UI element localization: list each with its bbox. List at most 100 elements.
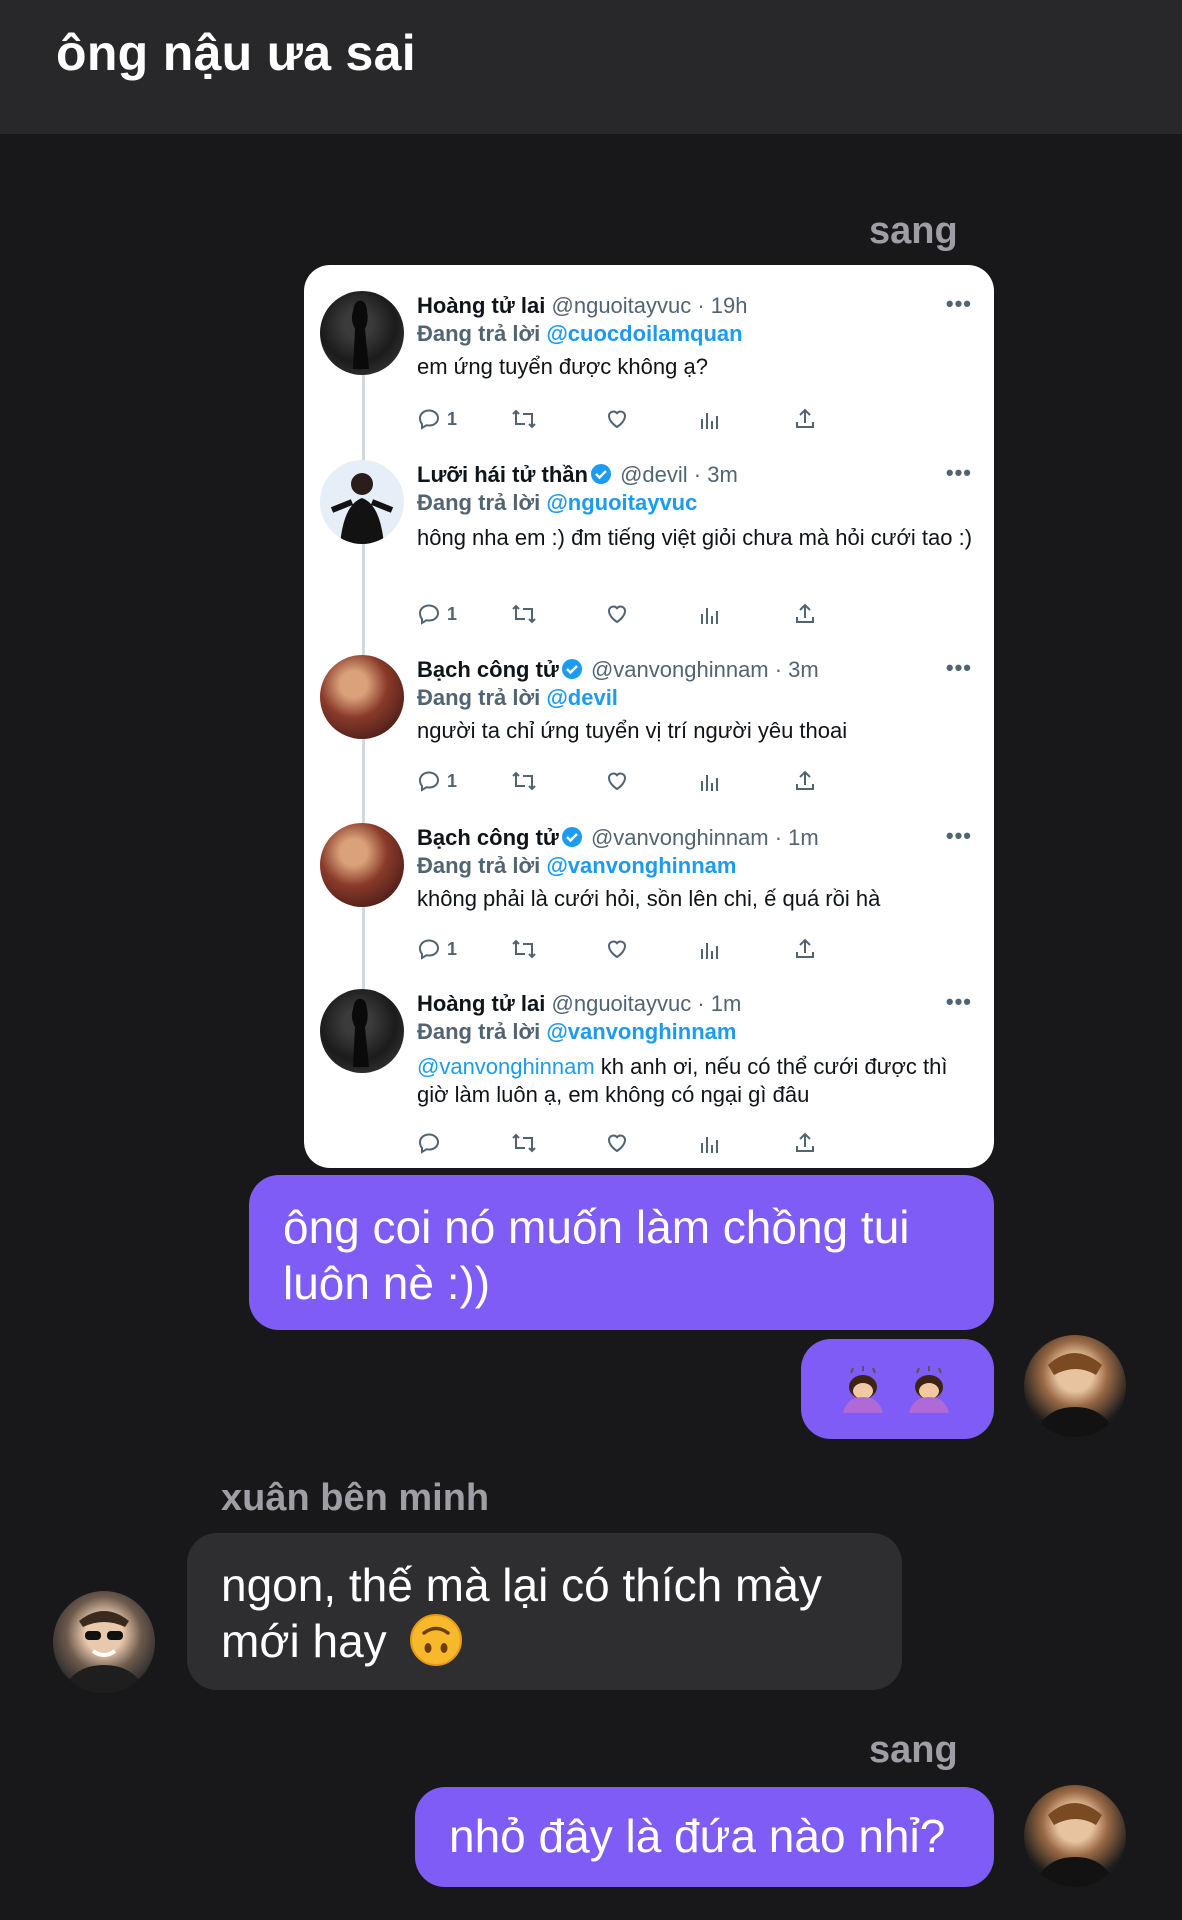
display-name[interactable]: Bạch công tử bbox=[417, 825, 559, 850]
bar-chart-icon bbox=[701, 608, 718, 624]
verified-badge-icon bbox=[590, 464, 611, 484]
retweet-button[interactable] bbox=[511, 935, 537, 963]
tweet-text: em ứng tuyển được không ạ? bbox=[417, 354, 708, 379]
reply-icon bbox=[418, 939, 440, 960]
views-button[interactable] bbox=[699, 1129, 721, 1157]
retweet-button[interactable] bbox=[511, 405, 537, 433]
more-icon[interactable]: ••• bbox=[946, 823, 972, 849]
reply-to-handle[interactable]: @cuocdoilamquan bbox=[546, 321, 742, 346]
display-name[interactable]: Hoàng tử lai bbox=[417, 293, 545, 318]
handle-time: @nguoitayvuc · 1m bbox=[551, 991, 742, 1016]
retweet-button[interactable] bbox=[511, 1129, 537, 1157]
reply-prefix: Đang trả lời bbox=[417, 853, 547, 878]
tweet-header: Hoàng tử lai @nguoitayvuc · 1m bbox=[417, 991, 741, 1017]
message-text: nhỏ đây là đứa nào nhỉ? bbox=[449, 1810, 946, 1862]
message-bubble-outgoing[interactable]: ông coi nó muốn làm chồng tui luôn nè :)… bbox=[249, 1175, 994, 1330]
tweet-actions: 1 bbox=[417, 935, 917, 963]
like-button[interactable] bbox=[605, 767, 629, 795]
replying-to: Đang trả lời @devil bbox=[417, 685, 618, 711]
avatar bbox=[320, 655, 404, 739]
tweet-actions bbox=[417, 1129, 917, 1157]
verified-badge-icon bbox=[561, 659, 582, 679]
more-icon[interactable]: ••• bbox=[946, 460, 972, 486]
avatar bbox=[320, 460, 404, 544]
sender-name: sang bbox=[869, 210, 958, 252]
share-button[interactable] bbox=[793, 767, 817, 795]
reply-prefix: Đang trả lời bbox=[417, 685, 547, 710]
more-icon[interactable]: ••• bbox=[946, 655, 972, 681]
handle-time: @devil · 3m bbox=[620, 462, 738, 487]
sender-name: sang bbox=[869, 1729, 958, 1771]
heart-icon bbox=[607, 772, 627, 791]
tweet-text: hông nha em :) đm tiếng việt giỏi chưa m… bbox=[417, 525, 973, 550]
like-button[interactable] bbox=[605, 1129, 629, 1157]
tweet-actions: 1 bbox=[417, 767, 917, 795]
chat-header: ông nậu ưa sai bbox=[0, 0, 1182, 134]
reply-count: 1 bbox=[447, 770, 458, 791]
thread-line bbox=[362, 543, 365, 660]
share-button[interactable] bbox=[793, 600, 817, 628]
retweet-button[interactable] bbox=[511, 600, 537, 628]
views-button[interactable] bbox=[699, 767, 721, 795]
reply-icon bbox=[418, 604, 440, 625]
avatar bbox=[320, 989, 404, 1073]
reply-prefix: Đang trả lời bbox=[417, 321, 547, 346]
reply-to-handle[interactable]: @vanvonghinnam bbox=[546, 1019, 736, 1044]
contact-avatar[interactable] bbox=[53, 1591, 155, 1693]
reply-button[interactable]: 1 bbox=[417, 767, 457, 795]
reply-button[interactable] bbox=[417, 1129, 441, 1157]
reply-count: 1 bbox=[447, 408, 458, 429]
tweet-header: Hoàng tử lai @nguoitayvuc · 19h bbox=[417, 293, 748, 319]
reply-icon bbox=[418, 1133, 440, 1154]
reply-button[interactable]: 1 bbox=[417, 600, 457, 628]
upside-down-face-emoji-icon bbox=[410, 1614, 463, 1666]
handle-time: @vanvonghinnam · 1m bbox=[590, 825, 819, 850]
display-name[interactable]: Hoàng tử lai bbox=[417, 991, 545, 1016]
retweet-button[interactable] bbox=[511, 767, 537, 795]
retweet-icon bbox=[512, 604, 536, 624]
user-avatar[interactable] bbox=[1024, 1335, 1126, 1437]
reply-button[interactable]: 1 bbox=[417, 405, 457, 433]
woman-bowing-emoji-icon bbox=[843, 1366, 883, 1413]
handle-time: @vanvonghinnam · 3m bbox=[590, 657, 819, 682]
tweet-text: không phải là cưới hỏi, sồn lên chi, ế q… bbox=[417, 886, 881, 911]
heart-icon bbox=[607, 410, 627, 429]
reply-button[interactable]: 1 bbox=[417, 935, 457, 963]
more-icon[interactable]: ••• bbox=[946, 291, 972, 317]
tweet-screenshot-image[interactable]: Hoàng tử lai @nguoitayvuc · 19h ••• Đang… bbox=[304, 265, 994, 1168]
share-icon bbox=[796, 603, 814, 623]
share-button[interactable] bbox=[793, 935, 817, 963]
bar-chart-icon bbox=[701, 1137, 718, 1153]
views-button[interactable] bbox=[699, 600, 721, 628]
chat-title[interactable]: ông nậu ưa sai bbox=[56, 24, 416, 82]
heart-icon bbox=[607, 940, 627, 959]
share-button[interactable] bbox=[793, 1129, 817, 1157]
tweet-actions: 1 bbox=[417, 600, 917, 628]
mention-link[interactable]: @vanvonghinnam bbox=[417, 1054, 595, 1079]
like-button[interactable] bbox=[605, 405, 629, 433]
tweet-header: Bạch công tử @vanvonghinnam · 1m bbox=[417, 825, 819, 851]
tweet-header: Lưỡi hái tử thần @devil · 3m bbox=[417, 462, 738, 488]
share-button[interactable] bbox=[793, 405, 817, 433]
user-avatar[interactable] bbox=[1024, 1785, 1126, 1887]
tweet-actions: 1 bbox=[417, 405, 917, 433]
avatar bbox=[320, 823, 404, 907]
replying-to: Đang trả lời @nguoitayvuc bbox=[417, 490, 697, 516]
avatar bbox=[320, 291, 404, 375]
reply-to-handle[interactable]: @nguoitayvuc bbox=[546, 490, 697, 515]
bar-chart-icon bbox=[701, 943, 718, 959]
share-icon bbox=[796, 938, 814, 958]
views-button[interactable] bbox=[699, 935, 721, 963]
display-name[interactable]: Lưỡi hái tử thần bbox=[417, 462, 588, 487]
message-bubble-incoming[interactable]: ngon, thế mà lại có thích mày mới hay bbox=[187, 1533, 902, 1690]
views-button[interactable] bbox=[699, 405, 721, 433]
like-button[interactable] bbox=[605, 600, 629, 628]
more-icon[interactable]: ••• bbox=[946, 989, 972, 1015]
like-button[interactable] bbox=[605, 935, 629, 963]
reply-to-handle[interactable]: @devil bbox=[546, 685, 618, 710]
replying-to: Đang trả lời @vanvonghinnam bbox=[417, 853, 736, 879]
display-name[interactable]: Bạch công tử bbox=[417, 657, 559, 682]
message-bubble-outgoing[interactable]: nhỏ đây là đứa nào nhỉ? bbox=[415, 1787, 994, 1887]
message-bubble-outgoing[interactable] bbox=[801, 1339, 994, 1439]
reply-to-handle[interactable]: @vanvonghinnam bbox=[546, 853, 736, 878]
